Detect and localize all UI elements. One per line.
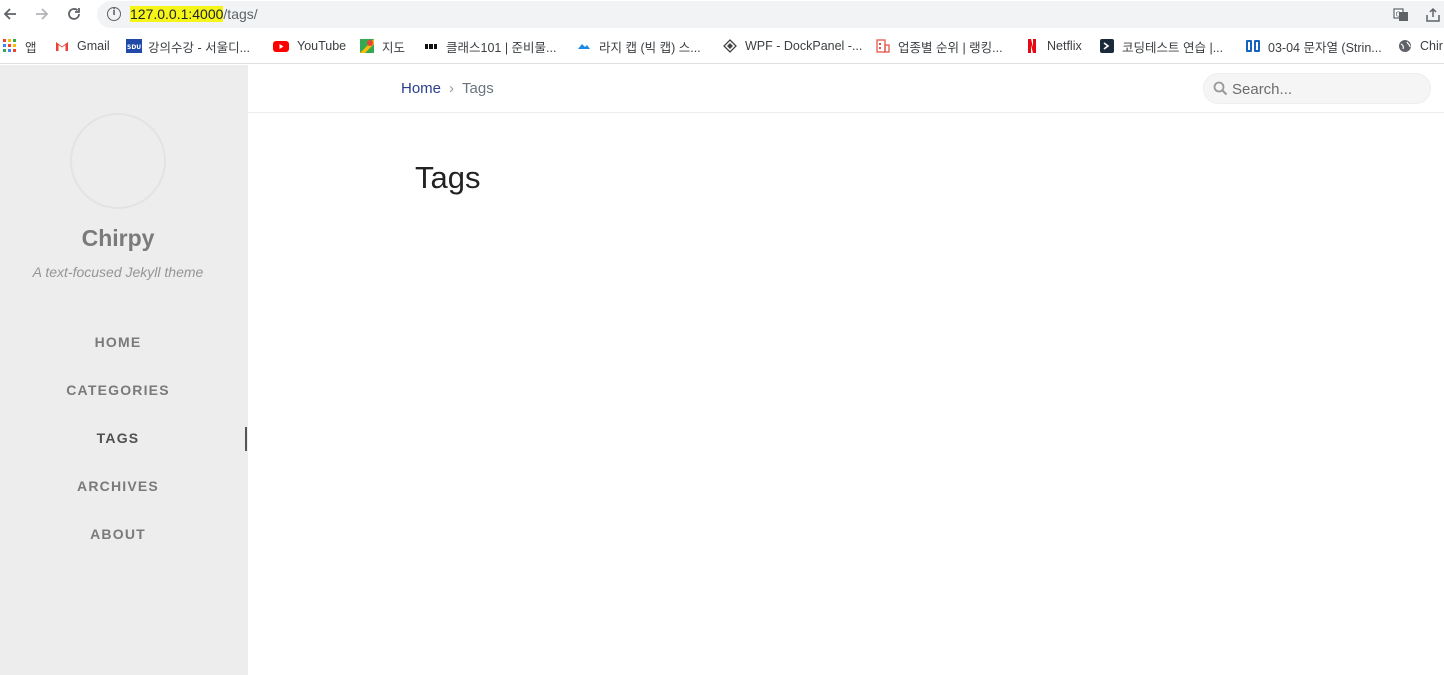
bookmark-label: 업종별 순위 | 랭킹... xyxy=(898,40,1003,55)
sidebar-item-home[interactable]: HOME xyxy=(0,334,236,350)
building-icon xyxy=(876,39,890,53)
class101-icon xyxy=(424,39,438,53)
globe-icon xyxy=(1398,39,1412,53)
bookmark-label: Netflix xyxy=(1047,39,1082,53)
search-box[interactable] xyxy=(1203,73,1431,104)
bookmark-label: 클래스101 | 준비물... xyxy=(446,40,557,55)
bookmark-label: 강의수강 - 서울디... xyxy=(148,40,251,55)
bookmark-wikidocs[interactable]: 03-04 문자열 (Strin... xyxy=(1246,37,1382,55)
maps-icon xyxy=(360,39,374,53)
sidebar-item-archives[interactable]: ARCHIVES xyxy=(0,478,236,494)
youtube-icon xyxy=(273,39,289,53)
bookmarks-bar: 앱 Gmail SDU 강의수강 - 서울디... YouTube 지도 클래스… xyxy=(0,28,1444,64)
arrow-left-icon xyxy=(3,8,16,20)
bookmark-label: 03-04 문자열 (Strin... xyxy=(1268,40,1382,55)
breadcrumb-home[interactable]: Home xyxy=(401,80,441,97)
bookmark-bigcap[interactable]: 라지 캡 (빅 캡) 스... xyxy=(577,37,701,55)
bookmark-gmail[interactable]: Gmail xyxy=(55,37,110,55)
sidebar: Chirpy A text-focused Jekyll theme HOME … xyxy=(0,65,248,675)
bookmark-netflix[interactable]: Netflix xyxy=(1025,37,1082,55)
sidebar-item-categories[interactable]: CATEGORIES xyxy=(0,382,236,398)
topbar: Home › Tags xyxy=(248,65,1444,113)
netflix-icon xyxy=(1025,39,1039,53)
sidebar-item-tags[interactable]: TAGS xyxy=(0,430,236,446)
search-input[interactable] xyxy=(1232,79,1422,99)
svg-text:G: G xyxy=(1396,11,1401,19)
cloud-icon xyxy=(577,39,591,53)
info-icon[interactable]: i xyxy=(107,7,121,21)
reload-button[interactable] xyxy=(64,4,84,24)
url-path: /tags/ xyxy=(223,6,258,22)
bookmark-label: 라지 캡 (빅 캡) 스... xyxy=(599,40,701,55)
bookmark-programmers[interactable]: 코딩테스트 연습 |... xyxy=(1100,37,1223,55)
active-indicator xyxy=(245,427,247,451)
gmail-icon xyxy=(55,39,69,53)
bookmark-label: 코딩테스트 연습 |... xyxy=(1122,40,1224,55)
bookmark-label: Gmail xyxy=(77,39,110,53)
bookmark-class101[interactable]: 클래스101 | 준비물... xyxy=(424,37,556,55)
wikidocs-icon xyxy=(1246,39,1260,53)
url-text[interactable]: 127.0.0.1:4000/tags/ xyxy=(130,6,258,22)
bookmark-label: WPF - DockPanel -... xyxy=(745,39,863,53)
bookmark-ranking[interactable]: 업종별 순위 | 랭킹... xyxy=(876,37,1003,55)
sidebar-item-about[interactable]: ABOUT xyxy=(0,526,236,542)
site-title[interactable]: Chirpy xyxy=(0,225,236,252)
bookmark-chir[interactable]: Chir xyxy=(1398,37,1443,55)
bookmark-label: YouTube xyxy=(297,39,347,53)
bookmark-wpf[interactable]: WPF - DockPanel -... xyxy=(723,37,862,55)
reload-icon xyxy=(68,8,80,20)
breadcrumb-current: Tags xyxy=(462,80,494,97)
arrow-right-icon xyxy=(36,8,49,20)
page-title: Tags xyxy=(415,160,481,195)
bookmark-sdu[interactable]: SDU 강의수강 - 서울디... xyxy=(126,37,250,55)
breadcrumb-separator: › xyxy=(449,80,455,97)
forward-button[interactable] xyxy=(32,4,52,24)
apps-grid-icon xyxy=(3,39,17,53)
avatar[interactable] xyxy=(70,113,166,209)
bookmark-youtube[interactable]: YouTube xyxy=(273,37,346,55)
bookmark-label: 지도 xyxy=(382,40,406,55)
address-bar[interactable]: i 127.0.0.1:4000/tags/ G xyxy=(97,1,1444,28)
share-icon[interactable] xyxy=(1424,6,1442,24)
back-button[interactable] xyxy=(0,4,20,24)
bookmark-label: Chir xyxy=(1420,39,1443,53)
browser-toolbar: i 127.0.0.1:4000/tags/ G xyxy=(0,0,1444,28)
svg-text:SDU: SDU xyxy=(127,44,141,51)
url-host: 127.0.0.1:4000 xyxy=(130,6,224,22)
breadcrumb: Home › Tags xyxy=(401,80,494,97)
programmers-icon xyxy=(1100,39,1114,53)
wpf-icon xyxy=(723,39,737,53)
bookmark-apps[interactable]: 앱 xyxy=(3,37,37,55)
site-subtitle: A text-focused Jekyll theme xyxy=(32,264,204,280)
bookmark-label: 앱 xyxy=(25,40,37,55)
sdu-icon: SDU xyxy=(126,39,142,53)
bookmark-maps[interactable]: 지도 xyxy=(360,37,405,55)
search-icon[interactable] xyxy=(1213,81,1228,96)
translate-icon[interactable]: G xyxy=(1392,6,1410,24)
